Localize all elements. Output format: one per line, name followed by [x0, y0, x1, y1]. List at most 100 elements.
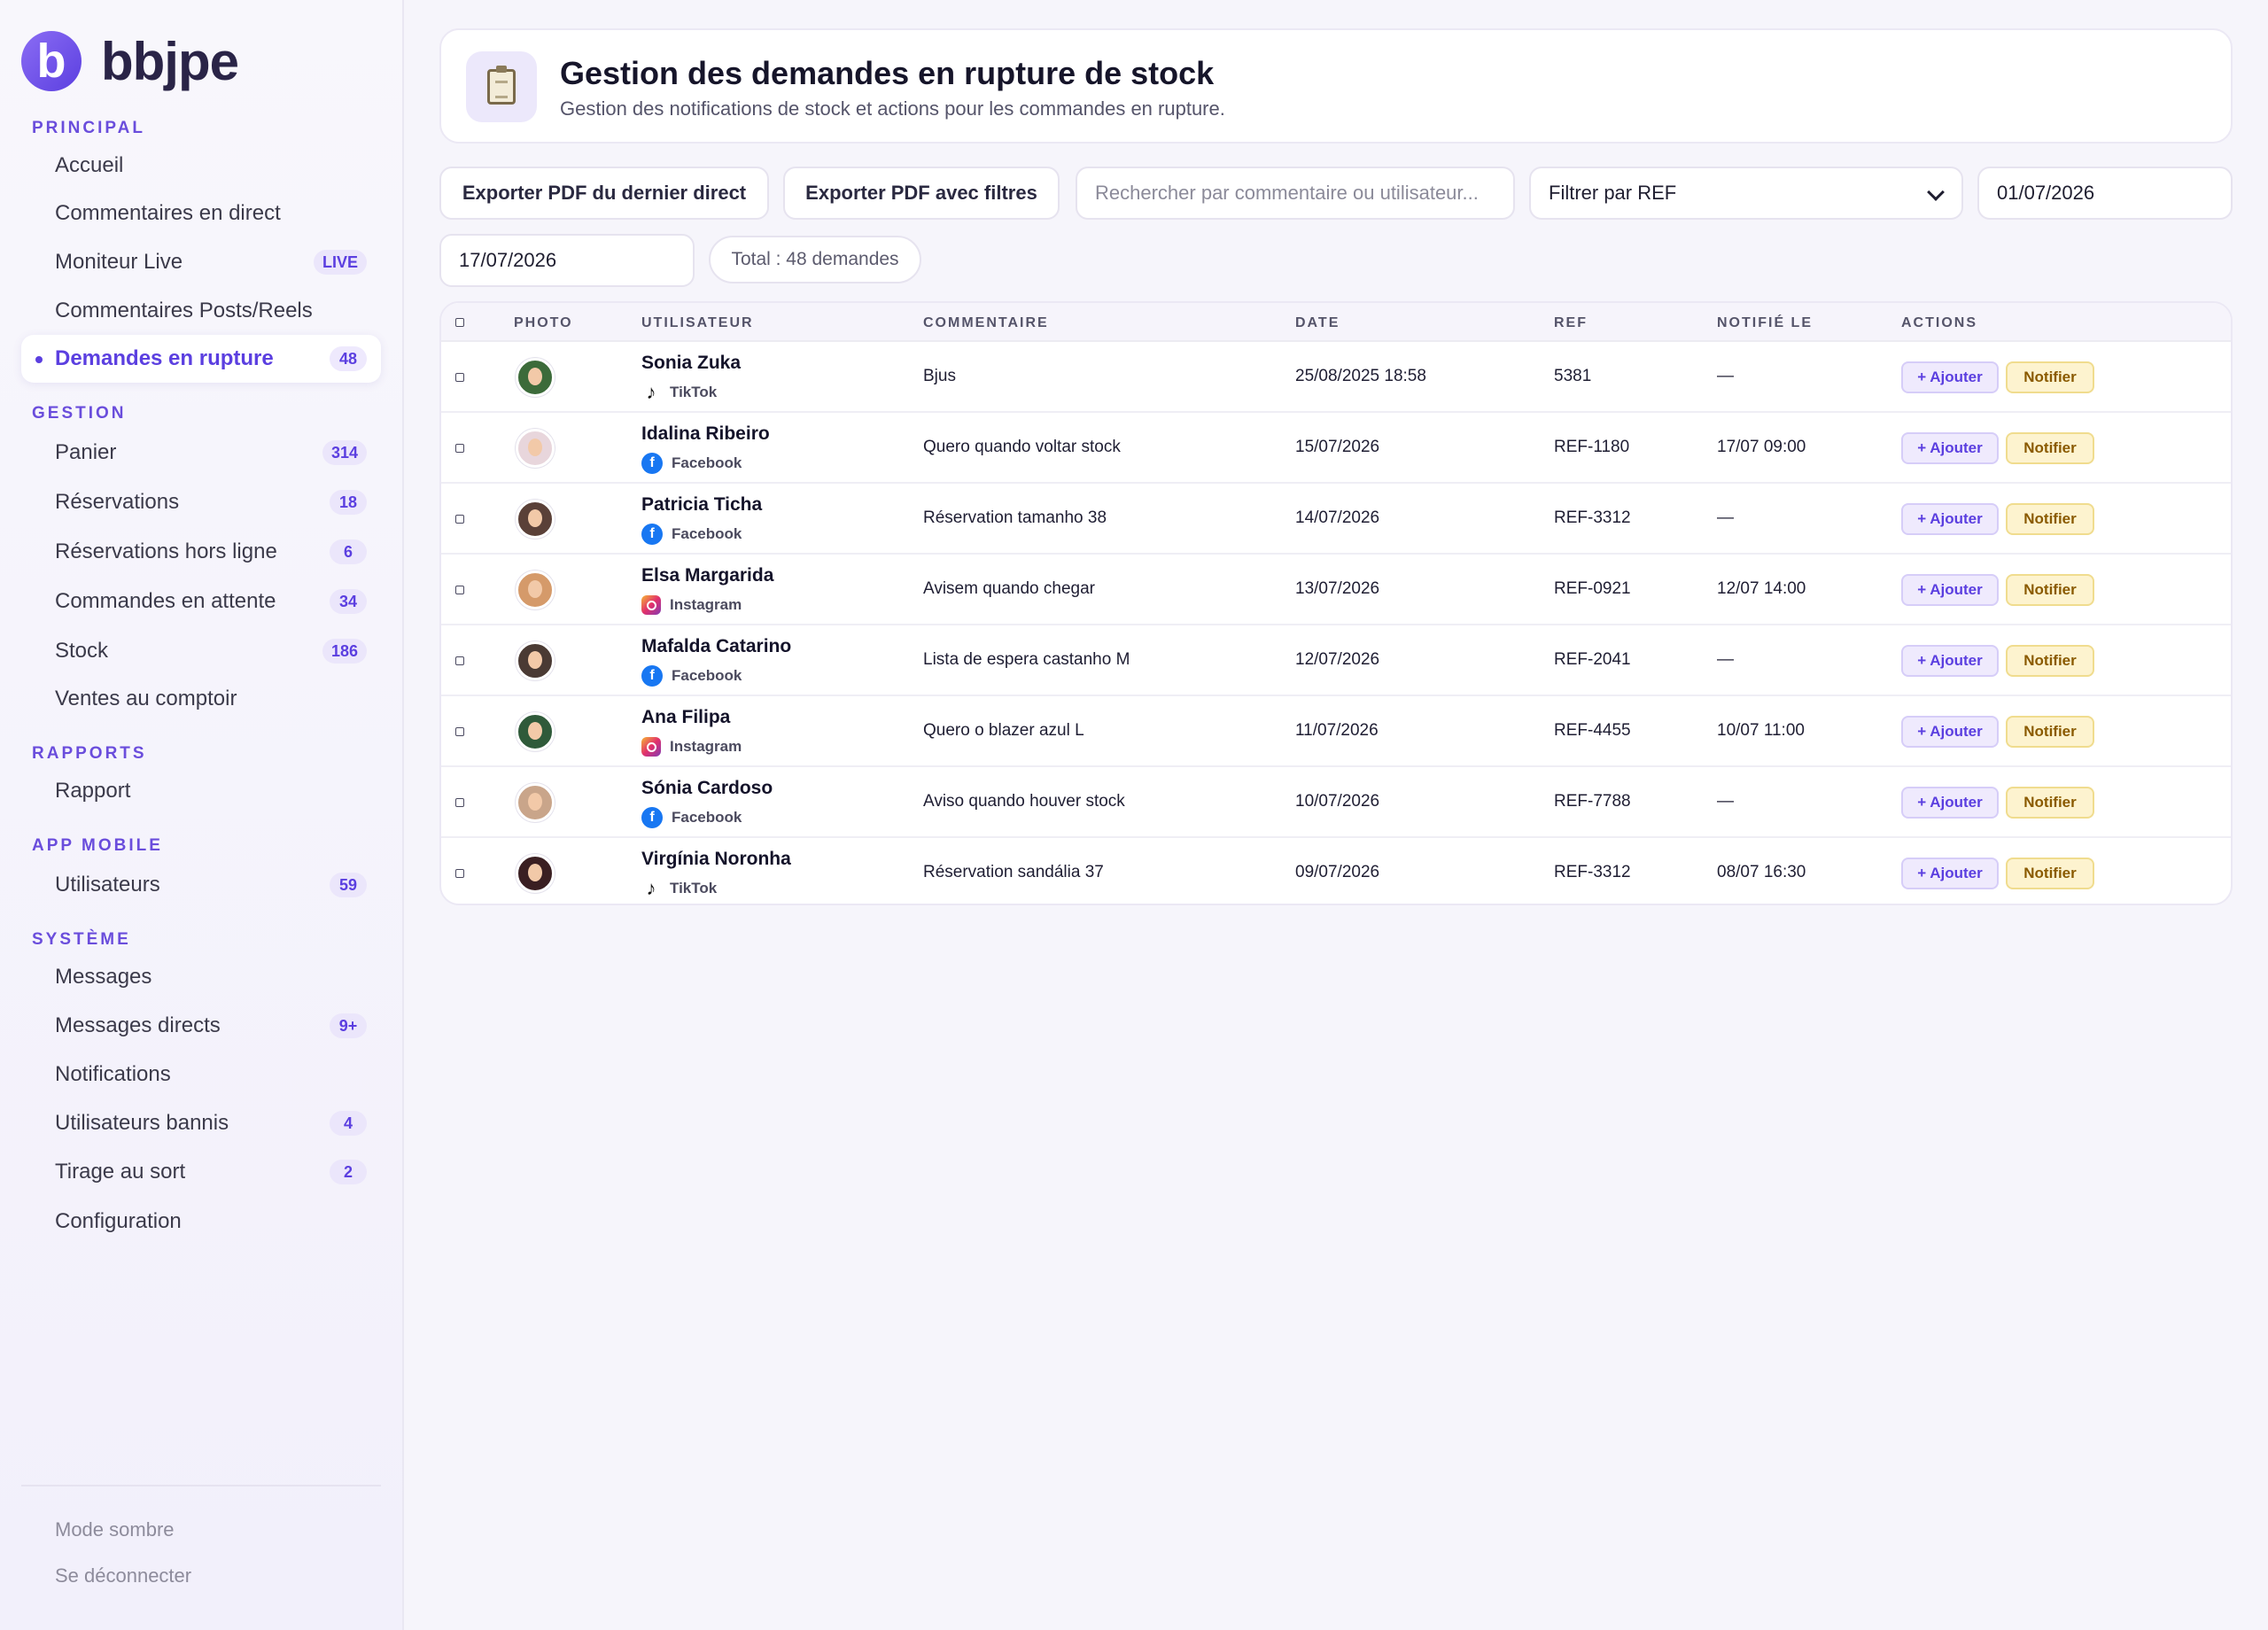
sidebar-item-utilisateurs[interactable]: Utilisateurs 59: [21, 861, 381, 909]
count-badge: 59: [330, 873, 367, 897]
row-checkbox[interactable]: [455, 727, 464, 736]
date-cell: 15/07/2026: [1295, 438, 1380, 456]
sidebar-item-label: Configuration: [55, 1209, 182, 1233]
sidebar-item-messages-directs[interactable]: Messages directs 9+: [21, 1002, 381, 1050]
export-last-live-button[interactable]: Exporter PDF du dernier direct: [439, 167, 769, 220]
table-row[interactable]: Mafalda Catarino f Facebook Lista de espera…: [441, 625, 2231, 696]
dark-mode-toggle[interactable]: Mode sombre: [55, 1518, 175, 1541]
sidebar-item-commentaires-direct[interactable]: Commentaires en direct: [21, 190, 381, 237]
add-button[interactable]: + Ajouter: [1901, 645, 1999, 677]
sidebar-item-moniteur-live[interactable]: Moniteur Live LIVE: [21, 238, 381, 286]
sidebar-item-notifications[interactable]: Notifications: [21, 1051, 381, 1098]
live-badge: LIVE: [313, 250, 367, 275]
select-all-checkbox[interactable]: [455, 318, 464, 327]
sidebar-item-demandes-rupture[interactable]: Demandes en rupture 48: [21, 335, 381, 383]
facebook-icon: f: [641, 524, 663, 545]
table-row[interactable]: Virgínia Noronha ♪ TikTok Réservation sandá…: [441, 838, 2231, 904]
avatar: [516, 570, 555, 609]
sidebar-item-ventes-comptoir[interactable]: Ventes au comptoir: [21, 675, 381, 723]
count-badge: 2: [330, 1160, 367, 1184]
row-checkbox[interactable]: [455, 586, 464, 594]
platform-label: TikTok: [670, 880, 718, 896]
brand-logo[interactable]: b bbjpe: [21, 30, 239, 92]
avatar: [516, 712, 555, 751]
add-button[interactable]: + Ajouter: [1901, 432, 1999, 464]
sidebar-item-stock[interactable]: Stock 186: [21, 627, 381, 675]
date-cell: 25/08/2025 18:58: [1295, 367, 1426, 385]
table-row[interactable]: Sónia Cardoso f Facebook Aviso quando houve…: [441, 767, 2231, 838]
notify-button[interactable]: Notifier: [2006, 432, 2094, 464]
search-input[interactable]: Rechercher par commentaire ou utilisateu…: [1076, 167, 1515, 220]
ref-cell: REF-7788: [1554, 792, 1631, 811]
sidebar-item-accueil[interactable]: Accueil: [21, 142, 381, 190]
export-filtered-button[interactable]: Exporter PDF avec filtres: [783, 167, 1060, 220]
sidebar-item-label: Utilisateurs: [55, 873, 160, 896]
column-header-actions: ACTIONS: [1901, 315, 1977, 330]
notify-button[interactable]: Notifier: [2006, 574, 2094, 606]
row-checkbox[interactable]: [455, 869, 464, 878]
count-badge: 6: [330, 539, 367, 564]
add-button[interactable]: + Ajouter: [1901, 716, 1999, 748]
table-row[interactable]: Sonia Zuka ♪ TikTok Bjus 25/08/2025 18:58 538…: [441, 342, 2231, 413]
instagram-icon: [641, 595, 661, 615]
add-button[interactable]: + Ajouter: [1901, 503, 1999, 535]
avatar: [516, 854, 555, 893]
date-cell: 13/07/2026: [1295, 579, 1380, 598]
sidebar-item-configuration[interactable]: Configuration: [21, 1198, 381, 1246]
add-button[interactable]: + Ajouter: [1901, 787, 1999, 819]
sidebar-item-utilisateurs-bannis[interactable]: Utilisateurs bannis 4: [21, 1099, 381, 1147]
sidebar-item-commentaires-posts[interactable]: Commentaires Posts/Reels: [21, 287, 381, 335]
notify-button[interactable]: Notifier: [2006, 645, 2094, 677]
ref-cell: REF-2041: [1554, 650, 1631, 669]
sidebar-item-messages[interactable]: Messages: [21, 953, 381, 1001]
row-checkbox[interactable]: [455, 373, 464, 382]
row-checkbox[interactable]: [455, 656, 464, 665]
user-platform: f Facebook: [641, 452, 742, 475]
page-subtitle: Gestion des notifications de stock et ac…: [560, 97, 1225, 120]
sidebar-item-label: Messages directs: [55, 1013, 221, 1037]
table-row[interactable]: Elsa Margarida Instagram Avisem quando che…: [441, 555, 2231, 625]
add-button[interactable]: + Ajouter: [1901, 574, 1999, 606]
ref-cell: REF-3312: [1554, 508, 1631, 527]
table-row[interactable]: Patricia Ticha f Facebook Réservation taman…: [441, 484, 2231, 555]
sidebar-item-label: Demandes en rupture: [55, 346, 274, 370]
comment-cell: Bjus: [923, 367, 956, 385]
user-name: Patricia Ticha: [641, 494, 763, 515]
notify-button[interactable]: Notifier: [2006, 503, 2094, 535]
date-from-input[interactable]: 01/07/2026: [1977, 167, 2233, 220]
ref-cell: 5381: [1554, 367, 1592, 385]
row-checkbox[interactable]: [455, 444, 464, 453]
add-button[interactable]: + Ajouter: [1901, 858, 1999, 889]
tiktok-icon: ♪: [646, 877, 656, 899]
sidebar-item-tirage-au-sort[interactable]: Tirage au sort 2: [21, 1148, 381, 1196]
ref-filter-select[interactable]: Filtrer par REF: [1529, 167, 1963, 220]
user-name: Mafalda Catarino: [641, 636, 792, 656]
table-row[interactable]: Ana Filipa Instagram Quero o blazer azul L…: [441, 696, 2231, 767]
date-cell: 09/07/2026: [1295, 863, 1380, 881]
row-checkbox[interactable]: [455, 515, 464, 524]
sidebar-item-label: Messages: [55, 965, 152, 989]
logout-link[interactable]: Se déconnecter: [55, 1564, 191, 1587]
notify-button[interactable]: Notifier: [2006, 787, 2094, 819]
tiktok-icon: ♪: [646, 381, 656, 403]
user-platform: ♪ TikTok: [641, 877, 718, 900]
notify-button[interactable]: Notifier: [2006, 361, 2094, 393]
section-title-gestion: GESTION: [32, 404, 127, 423]
sidebar-item-rapport[interactable]: Rapport: [21, 767, 381, 815]
notify-button[interactable]: Notifier: [2006, 858, 2094, 889]
notify-button[interactable]: Notifier: [2006, 716, 2094, 748]
add-button[interactable]: + Ajouter: [1901, 361, 1999, 393]
date-to-input[interactable]: 17/07/2026: [439, 234, 695, 287]
user-platform: Instagram: [641, 735, 742, 758]
count-badge: 9+: [330, 1013, 367, 1038]
row-checkbox[interactable]: [455, 798, 464, 807]
sidebar-item-commandes-attente[interactable]: Commandes en attente 34: [21, 578, 381, 625]
notified-cell: 08/07 16:30: [1717, 863, 1806, 881]
sidebar-item-panier[interactable]: Panier 314: [21, 429, 381, 477]
notified-cell: —: [1717, 650, 1734, 669]
instagram-icon: [641, 737, 661, 757]
sidebar-item-reservations[interactable]: Réservations 18: [21, 478, 381, 526]
table-row[interactable]: Idalina Ribeiro f Facebook Quero quando vol…: [441, 413, 2231, 484]
sidebar-item-reservations-hors-ligne[interactable]: Réservations hors ligne 6: [21, 528, 381, 576]
avatar: [516, 429, 555, 468]
